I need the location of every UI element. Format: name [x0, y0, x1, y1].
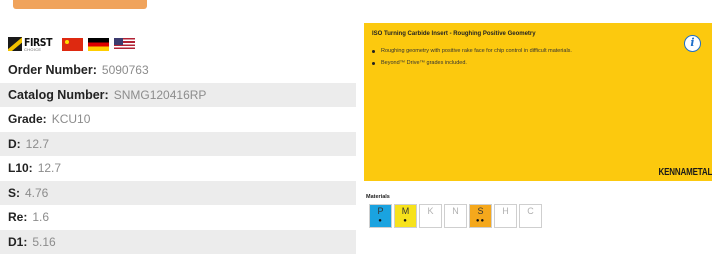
feature-list: Roughing geometry with positive rake fac… — [372, 45, 572, 69]
kennametal-wordmark: KENNAMETAL — [658, 167, 712, 178]
spec-row-catalog-number: Catalog Number: SNMG120416RP — [0, 82, 356, 107]
germany-flag-icon[interactable] — [88, 37, 110, 51]
material-cell-p: P ● — [369, 204, 392, 228]
logo-word: FIRST — [24, 35, 53, 49]
spec-row-grade: Grade: KCU10 — [0, 107, 356, 132]
top-action-button[interactable] — [13, 0, 147, 9]
material-cell-n: N — [444, 204, 467, 228]
material-letter: H — [502, 206, 509, 216]
material-letter: C — [527, 206, 534, 216]
feature-bullet: Roughing geometry with positive rake fac… — [372, 45, 572, 57]
spec-label: D1: — [8, 234, 28, 249]
material-cell-s: S ●● — [469, 204, 492, 228]
spec-label: Grade: — [8, 112, 47, 127]
spec-label: Order Number: — [8, 63, 97, 78]
material-letter: N — [452, 206, 459, 216]
spec-label: Catalog Number: — [8, 87, 109, 102]
brand-row: FIRST CHOICE — [0, 30, 356, 58]
material-letter: M — [401, 206, 410, 216]
spec-value: 1.6 — [32, 210, 50, 225]
china-flag-icon[interactable] — [62, 37, 84, 51]
product-spec-panel: FIRST CHOICE Order Number: 5090763 Catal… — [0, 30, 356, 254]
materials-panel: Materials P ● M ● K N S ●● H C — [364, 190, 712, 242]
materials-grid: P ● M ● K N S ●● H C — [369, 204, 712, 228]
material-cell-k: K — [419, 204, 442, 228]
spec-row-order-number: Order Number: 5090763 — [0, 58, 356, 83]
spec-value: 12.7 — [37, 161, 62, 176]
feature-bullet: Beyond™ Drive™ grades included. — [372, 57, 572, 69]
logo-mark-icon — [8, 37, 22, 51]
spec-label: L10: — [8, 161, 33, 176]
material-letter: K — [427, 206, 434, 216]
spec-label: Re: — [8, 210, 28, 225]
usa-flag-icon[interactable] — [114, 37, 136, 51]
spec-value: KCU10 — [51, 112, 91, 127]
spec-value: SNMG120416RP — [113, 87, 207, 102]
material-suitability-dots: ● — [378, 218, 383, 224]
spec-row-d: D: 12.7 — [0, 131, 356, 156]
spec-row-d1: D1: 5.16 — [0, 229, 356, 254]
info-icon[interactable]: i — [684, 35, 701, 52]
spec-row-s: S: 4.76 — [0, 180, 356, 205]
material-cell-h: H — [494, 204, 517, 228]
spec-label: S: — [8, 185, 20, 200]
first-choice-logo: FIRST CHOICE — [8, 36, 57, 52]
product-title: ISO Turning Carbide Insert - Roughing Po… — [372, 31, 536, 37]
material-suitability-dots: ● — [403, 218, 408, 224]
spec-value: 12.7 — [25, 136, 50, 151]
material-cell-c: C — [519, 204, 542, 228]
spec-value: 5090763 — [101, 63, 149, 78]
spec-row-re: Re: 1.6 — [0, 205, 356, 230]
product-info-card: ISO Turning Carbide Insert - Roughing Po… — [364, 23, 712, 181]
spec-label: D: — [8, 136, 21, 151]
materials-title: Materials — [366, 194, 390, 200]
spec-value: 4.76 — [25, 185, 49, 200]
spec-row-l10: L10: 12.7 — [0, 156, 356, 181]
spec-value: 5.16 — [32, 234, 56, 249]
material-suitability-dots: ●● — [475, 218, 486, 224]
material-letter: P — [377, 206, 384, 216]
material-cell-m: M ● — [394, 204, 417, 228]
material-letter: S — [477, 206, 484, 216]
